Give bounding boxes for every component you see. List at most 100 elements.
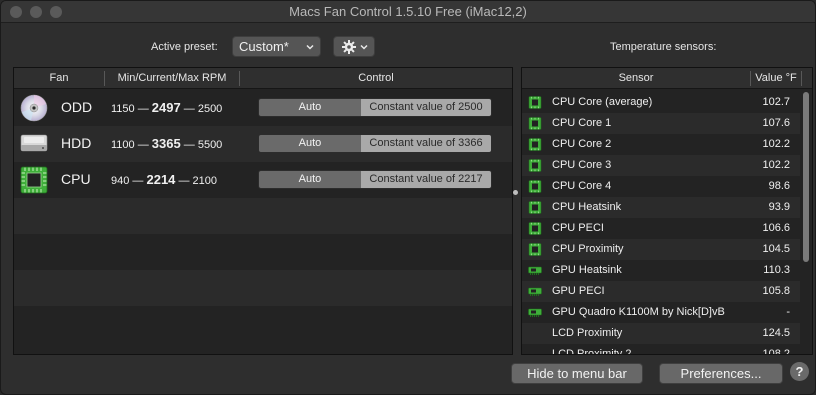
sensor-value: 124.5 [762, 327, 790, 339]
sensors-table-header: Sensor Value °F [522, 68, 812, 89]
fan-row-cpu[interactable]: CPU 940 — 2214 — 2100 Auto Constant valu… [14, 162, 512, 198]
cpu-chip-icon [528, 138, 542, 151]
cpu-chip-icon [528, 159, 542, 172]
fan-max-rpm: 5500 [197, 139, 223, 151]
auto-control-button[interactable]: Auto [259, 135, 361, 152]
sensor-row[interactable]: CPU Core 3 102.2 [522, 155, 800, 176]
sensor-name: LCD Proximity 2 [552, 348, 632, 355]
fan-current-rpm: 2497 [151, 100, 181, 115]
fan-min-rpm: 1100 [111, 139, 135, 151]
sensor-row[interactable]: CPU Heatsink 93.9 [522, 197, 800, 218]
cpu-chip-icon [528, 180, 542, 193]
sensor-row[interactable]: GPU Quadro K1100M by Nick[D]vB - [522, 302, 800, 323]
window-title: Macs Fan Control 1.5.10 Free (iMac12,2) [289, 4, 527, 19]
fan-current-rpm: 3365 [151, 136, 181, 151]
sensor-value: 93.9 [768, 201, 790, 213]
sensor-value: 110.3 [763, 264, 790, 276]
column-separator [801, 71, 802, 86]
cpu-chip-icon [528, 222, 542, 235]
fan-rpm-readout: 940 — 2214 — 2100 [111, 172, 217, 187]
auto-control-button[interactable]: Auto [259, 99, 361, 116]
sensor-value: 108.2 [762, 348, 790, 355]
constant-value-button[interactable]: Constant value of 3366 [361, 135, 491, 152]
sensor-value: 106.6 [762, 222, 790, 234]
fan-max-rpm: 2100 [192, 175, 218, 187]
sensor-value: 102.2 [762, 159, 790, 171]
active-preset-select[interactable]: Custom* [232, 36, 321, 57]
sensor-row[interactable]: GPU PECI 105.8 [522, 281, 800, 302]
title-bar: Macs Fan Control 1.5.10 Free (iMac12,2) [1, 1, 815, 23]
sensor-row[interactable]: CPU Proximity 104.5 [522, 239, 800, 260]
hard-drive-icon [20, 134, 48, 152]
sensor-name: GPU Quadro K1100M by Nick[D]vB [552, 306, 725, 318]
sensor-value: 107.6 [762, 117, 790, 129]
dash: — [183, 139, 195, 151]
sensor-row[interactable]: LCD Proximity 124.5 [522, 323, 800, 344]
fan-name: HDD [61, 135, 92, 151]
column-header-rpm[interactable]: Min/Current/Max RPM [105, 72, 239, 84]
sensor-row[interactable]: CPU Core (average) 102.7 [522, 92, 800, 113]
fan-max-rpm: 2500 [197, 103, 223, 115]
hide-to-menu-bar-button[interactable]: Hide to menu bar [511, 363, 643, 384]
sensor-name: CPU Core 1 [552, 117, 612, 129]
sensor-row[interactable]: CPU Core 1 107.6 [522, 113, 800, 134]
active-preset-value: Custom* [239, 39, 289, 54]
constant-value-button[interactable]: Constant value of 2217 [361, 171, 491, 188]
sensor-row[interactable]: CPU Core 4 98.6 [522, 176, 800, 197]
column-header-sensor[interactable]: Sensor [522, 72, 750, 84]
fan-current-rpm: 2214 [146, 172, 176, 187]
sensor-name: CPU Core (average) [552, 96, 653, 108]
sensor-name: CPU Heatsink [552, 201, 622, 213]
sensor-name: CPU Proximity [552, 243, 624, 255]
sensor-row[interactable]: CPU PECI 106.6 [522, 218, 800, 239]
sensor-value: 102.2 [762, 138, 790, 150]
sensor-row[interactable]: LCD Proximity 2 108.2 [522, 344, 800, 355]
dash: — [132, 175, 144, 187]
settings-menu-button[interactable] [333, 36, 375, 57]
sensor-value: 102.7 [762, 96, 790, 108]
column-header-control[interactable]: Control [240, 72, 512, 84]
fan-name: ODD [61, 99, 93, 115]
constant-value-button[interactable]: Constant value of 2500 [361, 99, 491, 116]
fan-row-hdd[interactable]: HDD 1100 — 3365 — 5500 Auto Constant val… [14, 126, 512, 162]
split-view-divider-handle[interactable] [513, 190, 518, 195]
fan-min-rpm: 1150 [111, 103, 135, 115]
sensor-row[interactable]: GPU Heatsink 110.3 [522, 260, 800, 281]
help-button[interactable]: ? [790, 362, 809, 381]
cpu-chip-icon [528, 201, 542, 214]
fan-control-segmented: Auto Constant value of 3366 [258, 134, 492, 153]
dash: — [137, 139, 149, 151]
sensor-name: CPU Core 3 [552, 159, 612, 171]
sensor-value: 105.8 [762, 285, 790, 297]
fan-name: CPU [61, 171, 91, 187]
auto-control-button[interactable]: Auto [259, 171, 361, 188]
sensors-scrollbar[interactable] [803, 92, 809, 262]
active-preset-label: Active preset: [151, 41, 218, 53]
cpu-chip-icon [528, 96, 542, 109]
column-header-fan[interactable]: Fan [14, 72, 104, 84]
dash: — [137, 103, 149, 115]
sensor-name: GPU PECI [552, 285, 605, 297]
sensors-table: Sensor Value °F CPU Core (average) 102.7 C… [521, 67, 813, 355]
sensor-row[interactable]: CPU Core 2 102.2 [522, 134, 800, 155]
gear-icon [342, 40, 356, 54]
dash: — [178, 175, 190, 187]
sensor-value: - [786, 306, 790, 318]
fans-table: Fan Min/Current/Max RPM Control ODD 1150… [13, 67, 513, 355]
app-window: Macs Fan Control 1.5.10 Free (iMac12,2) … [0, 0, 816, 395]
sensor-name: CPU PECI [552, 222, 604, 234]
sensor-value: 98.6 [768, 180, 790, 192]
sensor-name: GPU Heatsink [552, 264, 622, 276]
sensor-value: 104.5 [762, 243, 790, 255]
sensor-name: CPU Core 4 [552, 180, 612, 192]
fan-rpm-readout: 1100 — 3365 — 5500 [111, 136, 222, 151]
empty-row [14, 234, 512, 270]
temperature-sensors-title: Temperature sensors: [610, 41, 717, 53]
cpu-chip-icon [528, 243, 542, 256]
empty-row [14, 198, 512, 234]
fan-row-odd[interactable]: ODD 1150 — 2497 — 2500 Auto Constant val… [14, 90, 512, 126]
cpu-chip-icon [528, 117, 542, 130]
column-header-value[interactable]: Value °F [751, 72, 801, 84]
preferences-button[interactable]: Preferences... [659, 363, 783, 384]
sensor-name: CPU Core 2 [552, 138, 612, 150]
